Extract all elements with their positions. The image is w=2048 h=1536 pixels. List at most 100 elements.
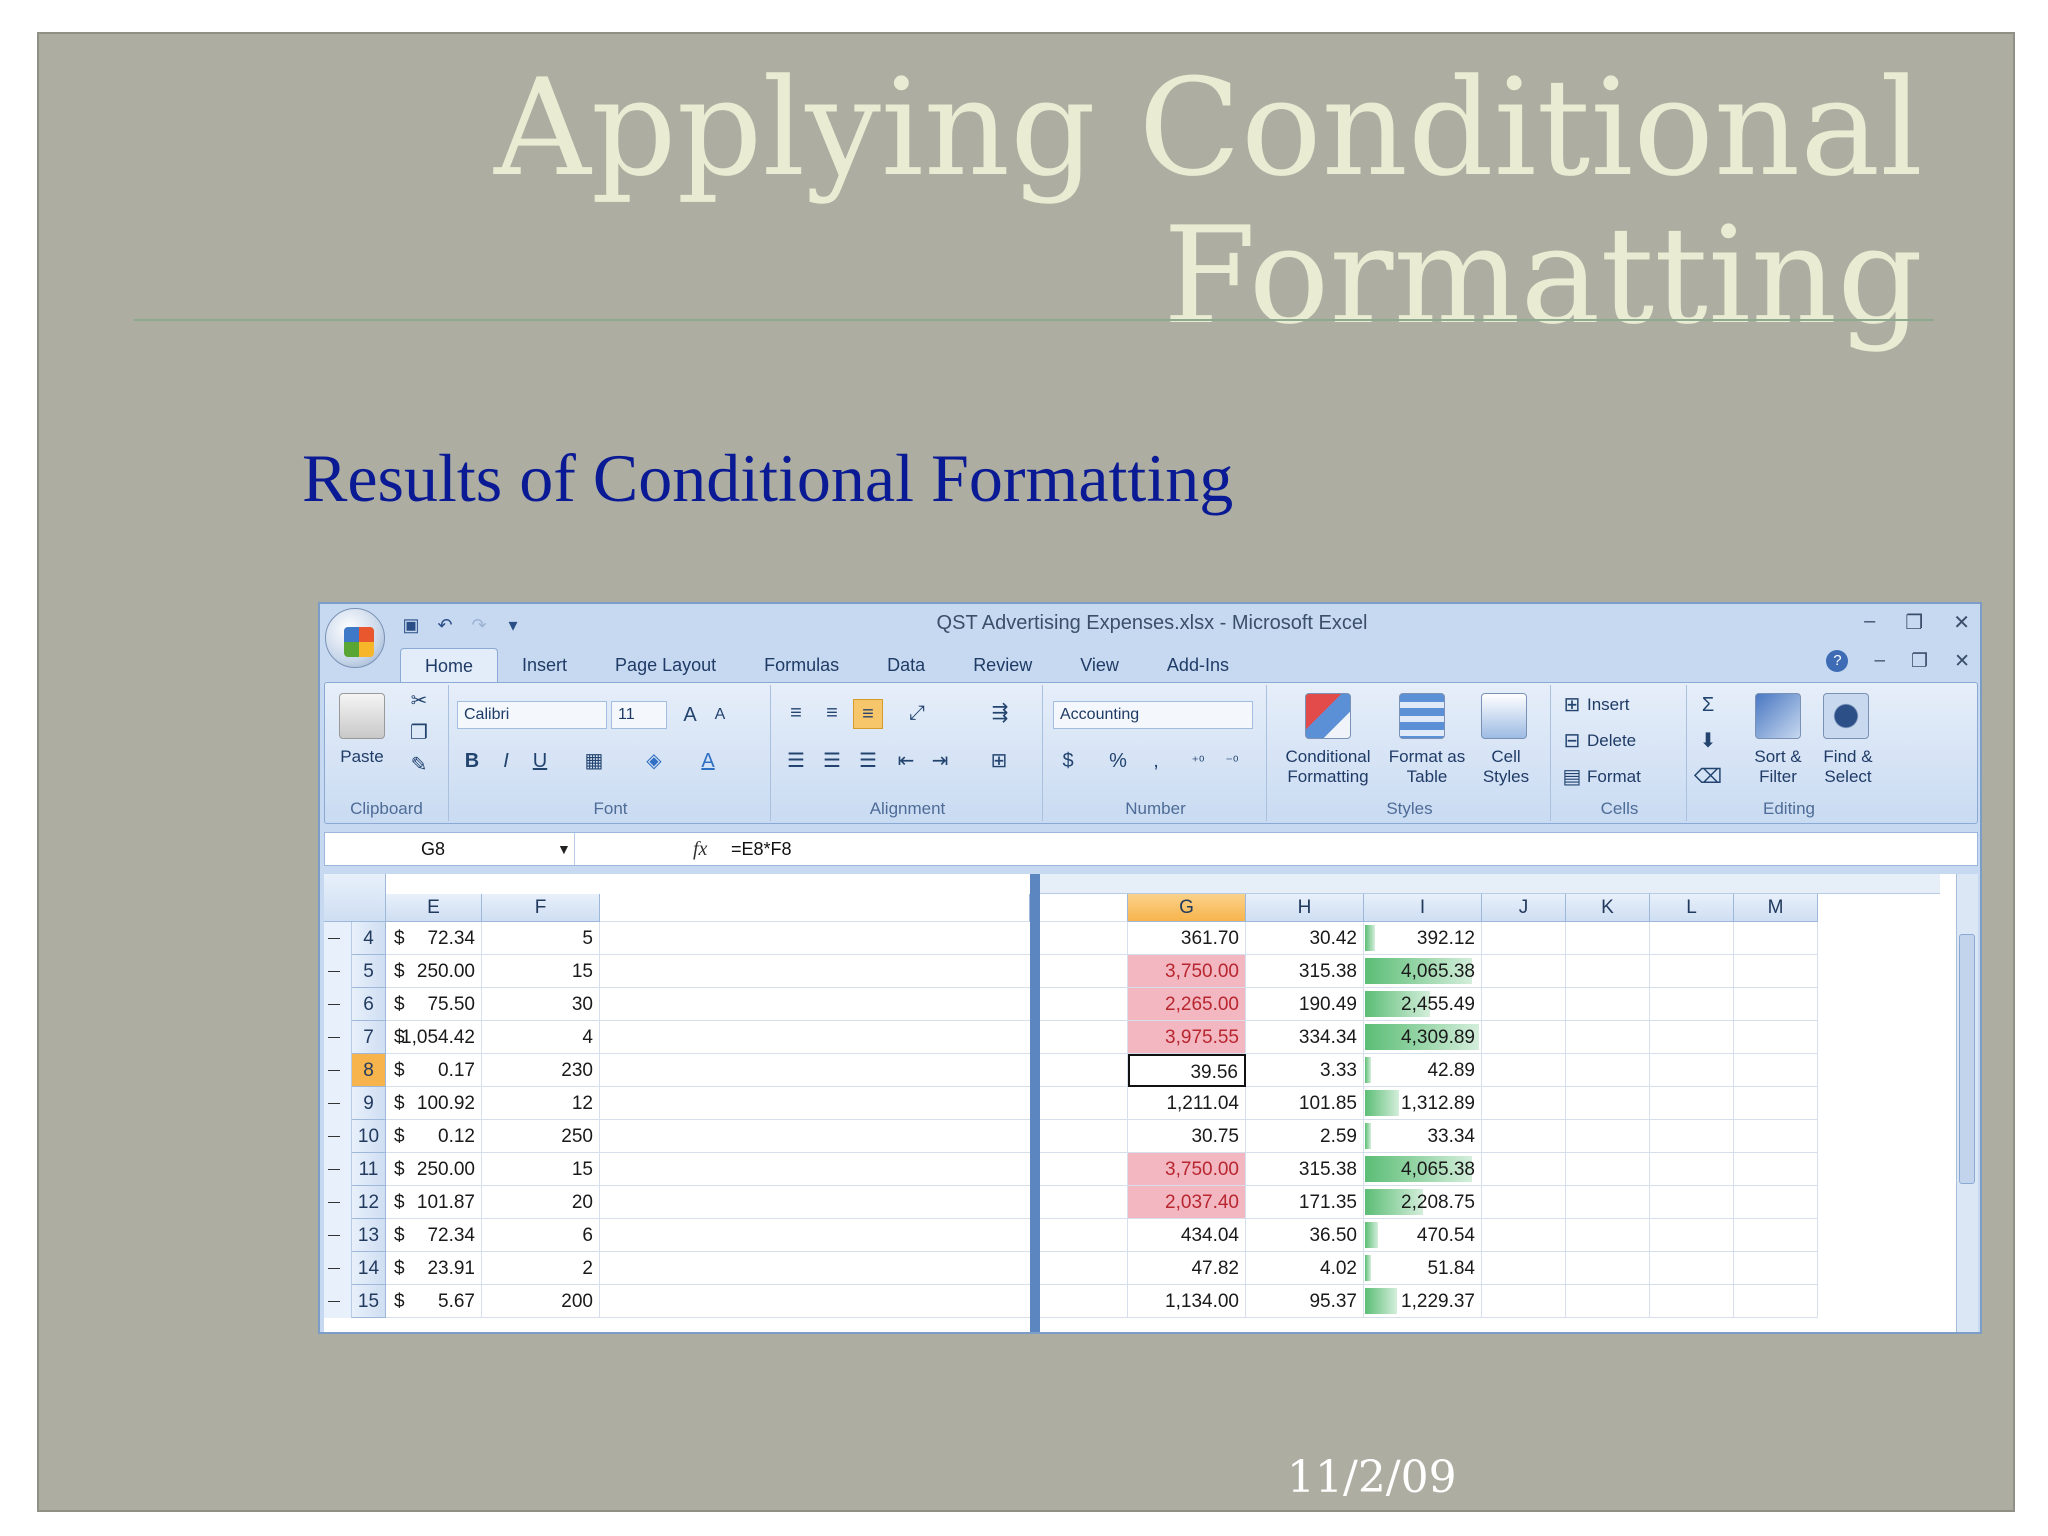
sort-filter-button[interactable]: Sort & Filter <box>1743 747 1813 787</box>
italic-button[interactable]: I <box>491 747 521 775</box>
fill-color-icon[interactable]: ◈ <box>637 747 671 775</box>
table-cell-i[interactable]: 392.12 <box>1364 922 1482 955</box>
sort-filter-icon[interactable] <box>1755 693 1801 739</box>
table-cell-empty[interactable] <box>1566 1087 1650 1120</box>
table-cell-h[interactable]: 334.34 <box>1246 1021 1364 1054</box>
merge-center-icon[interactable]: ⊞ <box>979 747 1019 775</box>
table-cell-empty[interactable] <box>1734 988 1818 1021</box>
table-cell-h[interactable]: 30.42 <box>1246 922 1364 955</box>
table-cell-g[interactable]: 3,975.55 <box>1128 1021 1246 1054</box>
workbook-close-button[interactable]: ✕ <box>1954 650 1970 673</box>
table-cell-empty[interactable] <box>1482 1054 1566 1087</box>
table-cell-h[interactable]: 95.37 <box>1246 1285 1364 1318</box>
table-cell-f[interactable]: 230 <box>482 1054 600 1087</box>
column-header-l[interactable]: L <box>1650 894 1734 922</box>
table-cell-g[interactable]: 1,211.04 <box>1128 1087 1246 1120</box>
bold-button[interactable]: B <box>457 747 487 775</box>
table-cell-e[interactable]: $72.34 <box>386 922 482 955</box>
table-cell-g[interactable]: 3,750.00 <box>1128 955 1246 988</box>
table-cell-empty[interactable] <box>1482 1021 1566 1054</box>
tab-add-ins[interactable]: Add-Ins <box>1143 648 1253 682</box>
table-cell-empty[interactable] <box>1650 1153 1734 1186</box>
table-cell-h[interactable]: 101.85 <box>1246 1087 1364 1120</box>
table-cell-g[interactable]: 30.75 <box>1128 1120 1246 1153</box>
increase-decimal-icon[interactable]: ⁺⁰ <box>1183 747 1213 775</box>
table-cell-empty[interactable] <box>1650 1252 1734 1285</box>
table-cell-f[interactable]: 12 <box>482 1087 600 1120</box>
pane-split-bar[interactable] <box>1030 874 1040 1332</box>
table-cell-f[interactable]: 6 <box>482 1219 600 1252</box>
table-cell-empty[interactable] <box>1482 1219 1566 1252</box>
table-cell-empty[interactable] <box>1734 955 1818 988</box>
formula-input[interactable]: =E8*F8 <box>731 833 792 865</box>
format-cells-button[interactable]: Format <box>1587 767 1641 787</box>
table-cell-empty[interactable] <box>1566 1120 1650 1153</box>
table-cell-i[interactable]: 1,312.89 <box>1364 1087 1482 1120</box>
table-cell-empty[interactable] <box>1482 1186 1566 1219</box>
table-cell-i[interactable]: 33.34 <box>1364 1120 1482 1153</box>
row-header[interactable]: 5 <box>352 955 386 988</box>
insert-cells-icon[interactable]: ⊞ <box>1559 691 1585 719</box>
table-cell-empty[interactable] <box>1650 922 1734 955</box>
align-top-icon[interactable]: ≡ <box>781 699 811 727</box>
table-cell-empty[interactable] <box>1650 1219 1734 1252</box>
table-cell-e[interactable]: $23.91 <box>386 1252 482 1285</box>
table-cell-empty[interactable] <box>1482 922 1566 955</box>
table-cell-empty[interactable] <box>1650 1120 1734 1153</box>
tab-review[interactable]: Review <box>949 648 1056 682</box>
table-cell-e[interactable]: $101.87 <box>386 1186 482 1219</box>
table-cell-e[interactable]: $5.67 <box>386 1285 482 1318</box>
table-cell-empty[interactable] <box>1734 1219 1818 1252</box>
table-cell-f[interactable]: 30 <box>482 988 600 1021</box>
table-cell-empty[interactable] <box>1734 1252 1818 1285</box>
table-cell-f[interactable]: 4 <box>482 1021 600 1054</box>
table-cell-g[interactable]: 1,134.00 <box>1128 1285 1246 1318</box>
paste-icon[interactable] <box>339 693 385 739</box>
find-select-icon[interactable] <box>1823 693 1869 739</box>
table-cell-empty[interactable] <box>1650 988 1734 1021</box>
table-cell-e[interactable]: $75.50 <box>386 988 482 1021</box>
column-header-g[interactable]: G <box>1128 894 1246 922</box>
table-cell-i[interactable]: 470.54 <box>1364 1219 1482 1252</box>
accounting-format-button[interactable]: $ <box>1053 747 1083 775</box>
table-cell-empty[interactable] <box>1566 1252 1650 1285</box>
table-cell-e[interactable]: $100.92 <box>386 1087 482 1120</box>
font-color-icon[interactable]: A <box>691 747 725 775</box>
decrease-decimal-icon[interactable]: ⁻⁰ <box>1217 747 1247 775</box>
align-right-icon[interactable]: ☰ <box>853 747 883 775</box>
table-cell-empty[interactable] <box>1734 1153 1818 1186</box>
shrink-font-icon[interactable]: A <box>705 701 735 729</box>
table-cell-g[interactable]: 361.70 <box>1128 922 1246 955</box>
conditional-formatting-button[interactable]: Conditional Formatting <box>1273 747 1383 787</box>
table-cell-f[interactable]: 2 <box>482 1252 600 1285</box>
table-cell-g[interactable]: 2,265.00 <box>1128 988 1246 1021</box>
vertical-scrollbar[interactable] <box>1956 874 1978 1332</box>
column-header-h[interactable]: H <box>1246 894 1364 922</box>
underline-button[interactable]: U <box>525 747 555 775</box>
fill-icon[interactable]: ⬇ <box>1693 727 1723 755</box>
table-cell-empty[interactable] <box>1650 1186 1734 1219</box>
workbook-restore-button[interactable]: ❐ <box>1911 650 1928 673</box>
find-select-button[interactable]: Find & Select <box>1813 747 1883 787</box>
tab-insert[interactable]: Insert <box>498 648 591 682</box>
cell-styles-button[interactable]: Cell Styles <box>1473 747 1539 787</box>
row-header[interactable]: 9 <box>352 1087 386 1120</box>
tab-page-layout[interactable]: Page Layout <box>591 648 740 682</box>
column-header-e[interactable]: E <box>386 894 482 922</box>
grow-font-icon[interactable]: A <box>675 701 705 729</box>
table-cell-i[interactable]: 2,208.75 <box>1364 1186 1482 1219</box>
number-format-select[interactable]: Accounting <box>1053 701 1253 729</box>
format-as-table-icon[interactable] <box>1399 693 1445 739</box>
percent-style-button[interactable]: % <box>1103 747 1133 775</box>
table-cell-h[interactable]: 315.38 <box>1246 1153 1364 1186</box>
table-cell-e[interactable]: $72.34 <box>386 1219 482 1252</box>
table-cell-empty[interactable] <box>1734 1120 1818 1153</box>
column-header-k[interactable]: K <box>1566 894 1650 922</box>
table-cell-i[interactable]: 4,065.38 <box>1364 1153 1482 1186</box>
table-cell-empty[interactable] <box>1566 1153 1650 1186</box>
table-cell-empty[interactable] <box>1734 1021 1818 1054</box>
table-cell-h[interactable]: 171.35 <box>1246 1186 1364 1219</box>
delete-cells-icon[interactable]: ⊟ <box>1559 727 1585 755</box>
table-cell-h[interactable]: 4.02 <box>1246 1252 1364 1285</box>
comma-style-button[interactable]: , <box>1141 747 1171 775</box>
